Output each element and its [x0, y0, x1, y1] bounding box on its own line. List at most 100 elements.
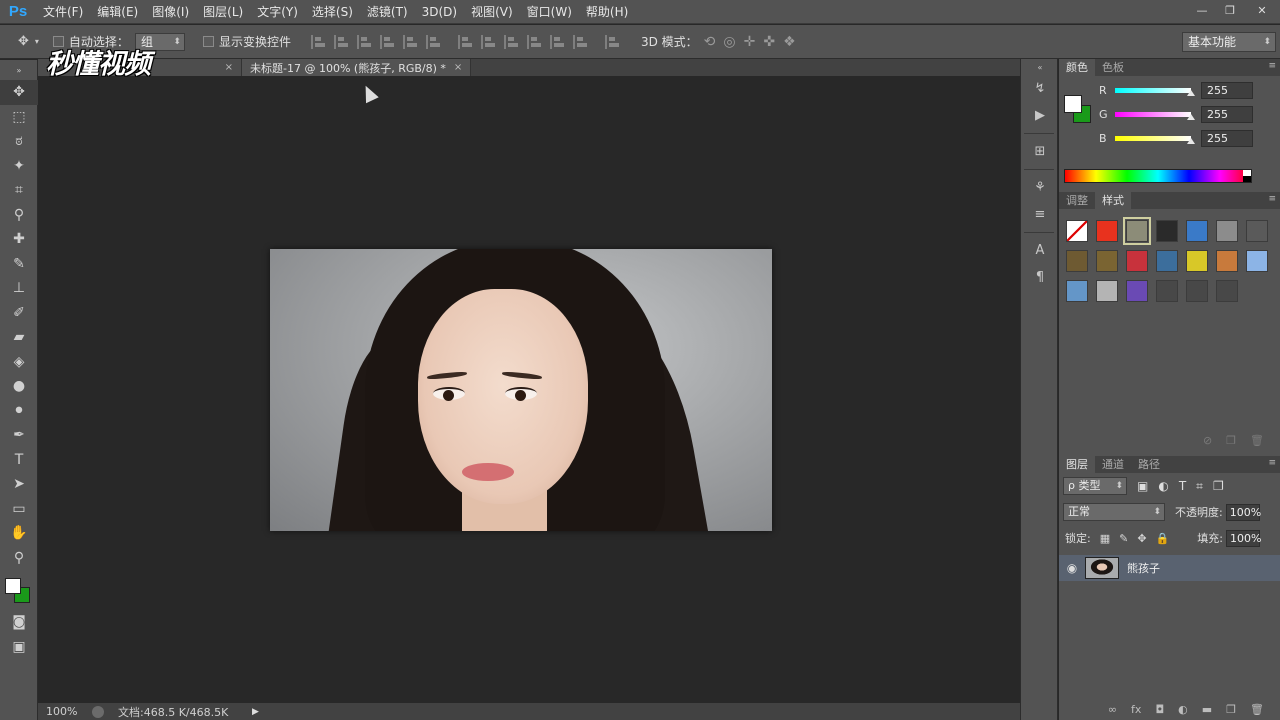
lock-transparent-icon[interactable]: ▦ [1100, 532, 1110, 545]
history-brush-tool-icon[interactable]: ✐ [0, 301, 38, 326]
style-swatch[interactable] [1186, 250, 1208, 272]
filter-adjustment-icon[interactable]: ◐ [1158, 479, 1168, 493]
3d-scale-icon[interactable]: ❖ [783, 34, 796, 50]
tab-channels[interactable]: 通道 [1095, 456, 1131, 473]
hand-tool-icon[interactable]: ✋ [0, 521, 38, 546]
align-hcenter-icon[interactable] [402, 34, 419, 49]
color-panel-foreground-swatch[interactable] [1064, 95, 1082, 113]
panel-menu-icon[interactable]: ≡ [1268, 458, 1276, 468]
status-menu-arrow-icon[interactable]: ▶ [252, 707, 259, 717]
screen-mode-icon[interactable]: ▣ [0, 635, 38, 660]
restore-button[interactable]: ❐ [1216, 1, 1244, 19]
menu-help[interactable]: 帮助(H) [579, 0, 635, 24]
lasso-tool-icon[interactable]: ಠ [0, 129, 38, 154]
3d-drag-icon[interactable]: ✛ [744, 34, 756, 50]
menu-filter[interactable]: 滤镜(T) [360, 0, 415, 24]
magic-wand-tool-icon[interactable]: ✦ [0, 154, 38, 179]
menu-image[interactable]: 图像(I) [145, 0, 196, 24]
style-swatch[interactable] [1066, 280, 1088, 302]
align-top-icon[interactable] [310, 34, 327, 49]
close-tab-icon[interactable]: × [454, 62, 462, 73]
tab-styles[interactable]: 样式 [1095, 192, 1131, 209]
new-adjustment-layer-icon[interactable]: ◐ [1178, 703, 1188, 716]
link-layers-icon[interactable]: ∞ [1108, 703, 1117, 716]
healing-brush-tool-icon[interactable]: ✚ [0, 227, 38, 252]
info-panel-icon[interactable]: ⊞ [1021, 138, 1059, 165]
marquee-tool-icon[interactable]: ⬚ [0, 105, 38, 130]
menu-window[interactable]: 窗口(W) [520, 0, 579, 24]
align-vcenter-icon[interactable] [333, 34, 350, 49]
style-swatch[interactable] [1246, 220, 1268, 242]
zoom-tool-icon[interactable]: ⚲ [0, 546, 38, 571]
lock-position-icon[interactable]: ✥ [1137, 532, 1146, 545]
delete-layer-icon[interactable]: 🗑 [1250, 703, 1264, 716]
style-swatch[interactable] [1216, 220, 1238, 242]
panel-collapse-icon[interactable]: » [0, 60, 38, 80]
filter-pixel-icon[interactable]: ▣ [1137, 479, 1148, 493]
character-panel-icon[interactable]: A [1021, 237, 1059, 264]
brush-panel-icon[interactable]: ⚘ [1021, 174, 1059, 201]
green-channel-value[interactable]: 255 [1201, 105, 1253, 123]
filter-type-icon[interactable]: T [1179, 479, 1186, 493]
blue-channel-slider[interactable] [1115, 135, 1191, 141]
blur-tool-icon[interactable]: ● [0, 374, 38, 399]
panel-menu-icon[interactable]: ≡ [1268, 61, 1276, 71]
pen-tool-icon[interactable]: ✒ [0, 423, 38, 448]
filter-smart-object-icon[interactable]: ❐ [1213, 479, 1224, 493]
tab-adjustments[interactable]: 调整 [1059, 192, 1095, 209]
style-swatch[interactable] [1126, 250, 1148, 272]
filter-shape-icon[interactable]: ⌗ [1196, 479, 1203, 494]
distribute-vcenter-icon[interactable] [480, 34, 497, 49]
history-panel-icon[interactable]: ↯ [1021, 75, 1059, 102]
path-selection-tool-icon[interactable]: ➤ [0, 472, 38, 497]
brush-presets-icon[interactable]: ≡ [1021, 201, 1059, 228]
distribute-bottom-icon[interactable] [503, 34, 520, 49]
style-swatch[interactable] [1123, 217, 1151, 245]
tool-preset-arrow-icon[interactable]: ▾ [35, 37, 39, 46]
document-image[interactable] [270, 249, 772, 531]
blue-channel-value[interactable]: 255 [1201, 129, 1253, 147]
move-tool-icon[interactable]: ✥ [18, 34, 29, 49]
menu-view[interactable]: 视图(V) [464, 0, 520, 24]
distribute-hcenter-icon[interactable] [549, 34, 566, 49]
style-swatch[interactable] [1186, 280, 1208, 302]
panel-menu-icon[interactable]: ≡ [1268, 194, 1276, 204]
distribute-top-icon[interactable] [457, 34, 474, 49]
layer-row[interactable]: ◉ 熊孩子 [1059, 555, 1280, 581]
menu-3d[interactable]: 3D(D) [415, 0, 464, 24]
zoom-level-field[interactable]: 100% [38, 705, 82, 718]
fill-input[interactable]: 100% [1225, 529, 1261, 547]
layer-name[interactable]: 熊孩子 [1127, 560, 1160, 576]
menu-select[interactable]: 选择(S) [305, 0, 360, 24]
style-swatch[interactable] [1096, 250, 1118, 272]
tab-color[interactable]: 颜色 [1059, 59, 1095, 76]
tab-layers[interactable]: 图层 [1059, 456, 1095, 473]
delete-style-icon[interactable]: 🗑 [1250, 434, 1264, 450]
new-group-icon[interactable]: ▬ [1202, 703, 1212, 716]
style-swatch[interactable] [1216, 280, 1238, 302]
paint-bucket-tool-icon[interactable]: ◈ [0, 350, 38, 375]
blend-mode-dropdown[interactable]: 正常 [1063, 503, 1165, 521]
paragraph-panel-icon[interactable]: ¶ [1021, 264, 1059, 291]
blue-slider-thumb[interactable] [1187, 138, 1195, 144]
move-tool-icon[interactable]: ✥ [0, 80, 38, 105]
style-swatch[interactable] [1156, 220, 1178, 242]
clone-stamp-tool-icon[interactable]: ⊥ [0, 276, 38, 301]
close-tab-icon[interactable]: × [225, 62, 233, 73]
menu-layer[interactable]: 图层(L) [196, 0, 250, 24]
quick-mask-icon[interactable]: ◙ [0, 610, 38, 635]
add-mask-icon[interactable]: ◘ [1155, 703, 1164, 716]
layer-visibility-eye-icon[interactable]: ◉ [1059, 561, 1085, 575]
status-info-icon[interactable] [92, 705, 104, 718]
show-transform-checkbox[interactable] [202, 36, 214, 47]
rectangle-tool-icon[interactable]: ▭ [0, 497, 38, 522]
auto-align-icon[interactable] [604, 34, 621, 49]
eraser-tool-icon[interactable]: ▰ [0, 325, 38, 350]
layer-kind-dropdown[interactable]: ρ 类型 [1063, 477, 1127, 495]
menu-type[interactable]: 文字(Y) [250, 0, 305, 24]
green-slider-thumb[interactable] [1187, 114, 1195, 120]
style-swatch[interactable] [1156, 250, 1178, 272]
align-right-icon[interactable] [425, 34, 442, 49]
crop-tool-icon[interactable]: ⌗ [0, 178, 38, 203]
strip-collapse-icon[interactable]: « [1021, 59, 1059, 75]
